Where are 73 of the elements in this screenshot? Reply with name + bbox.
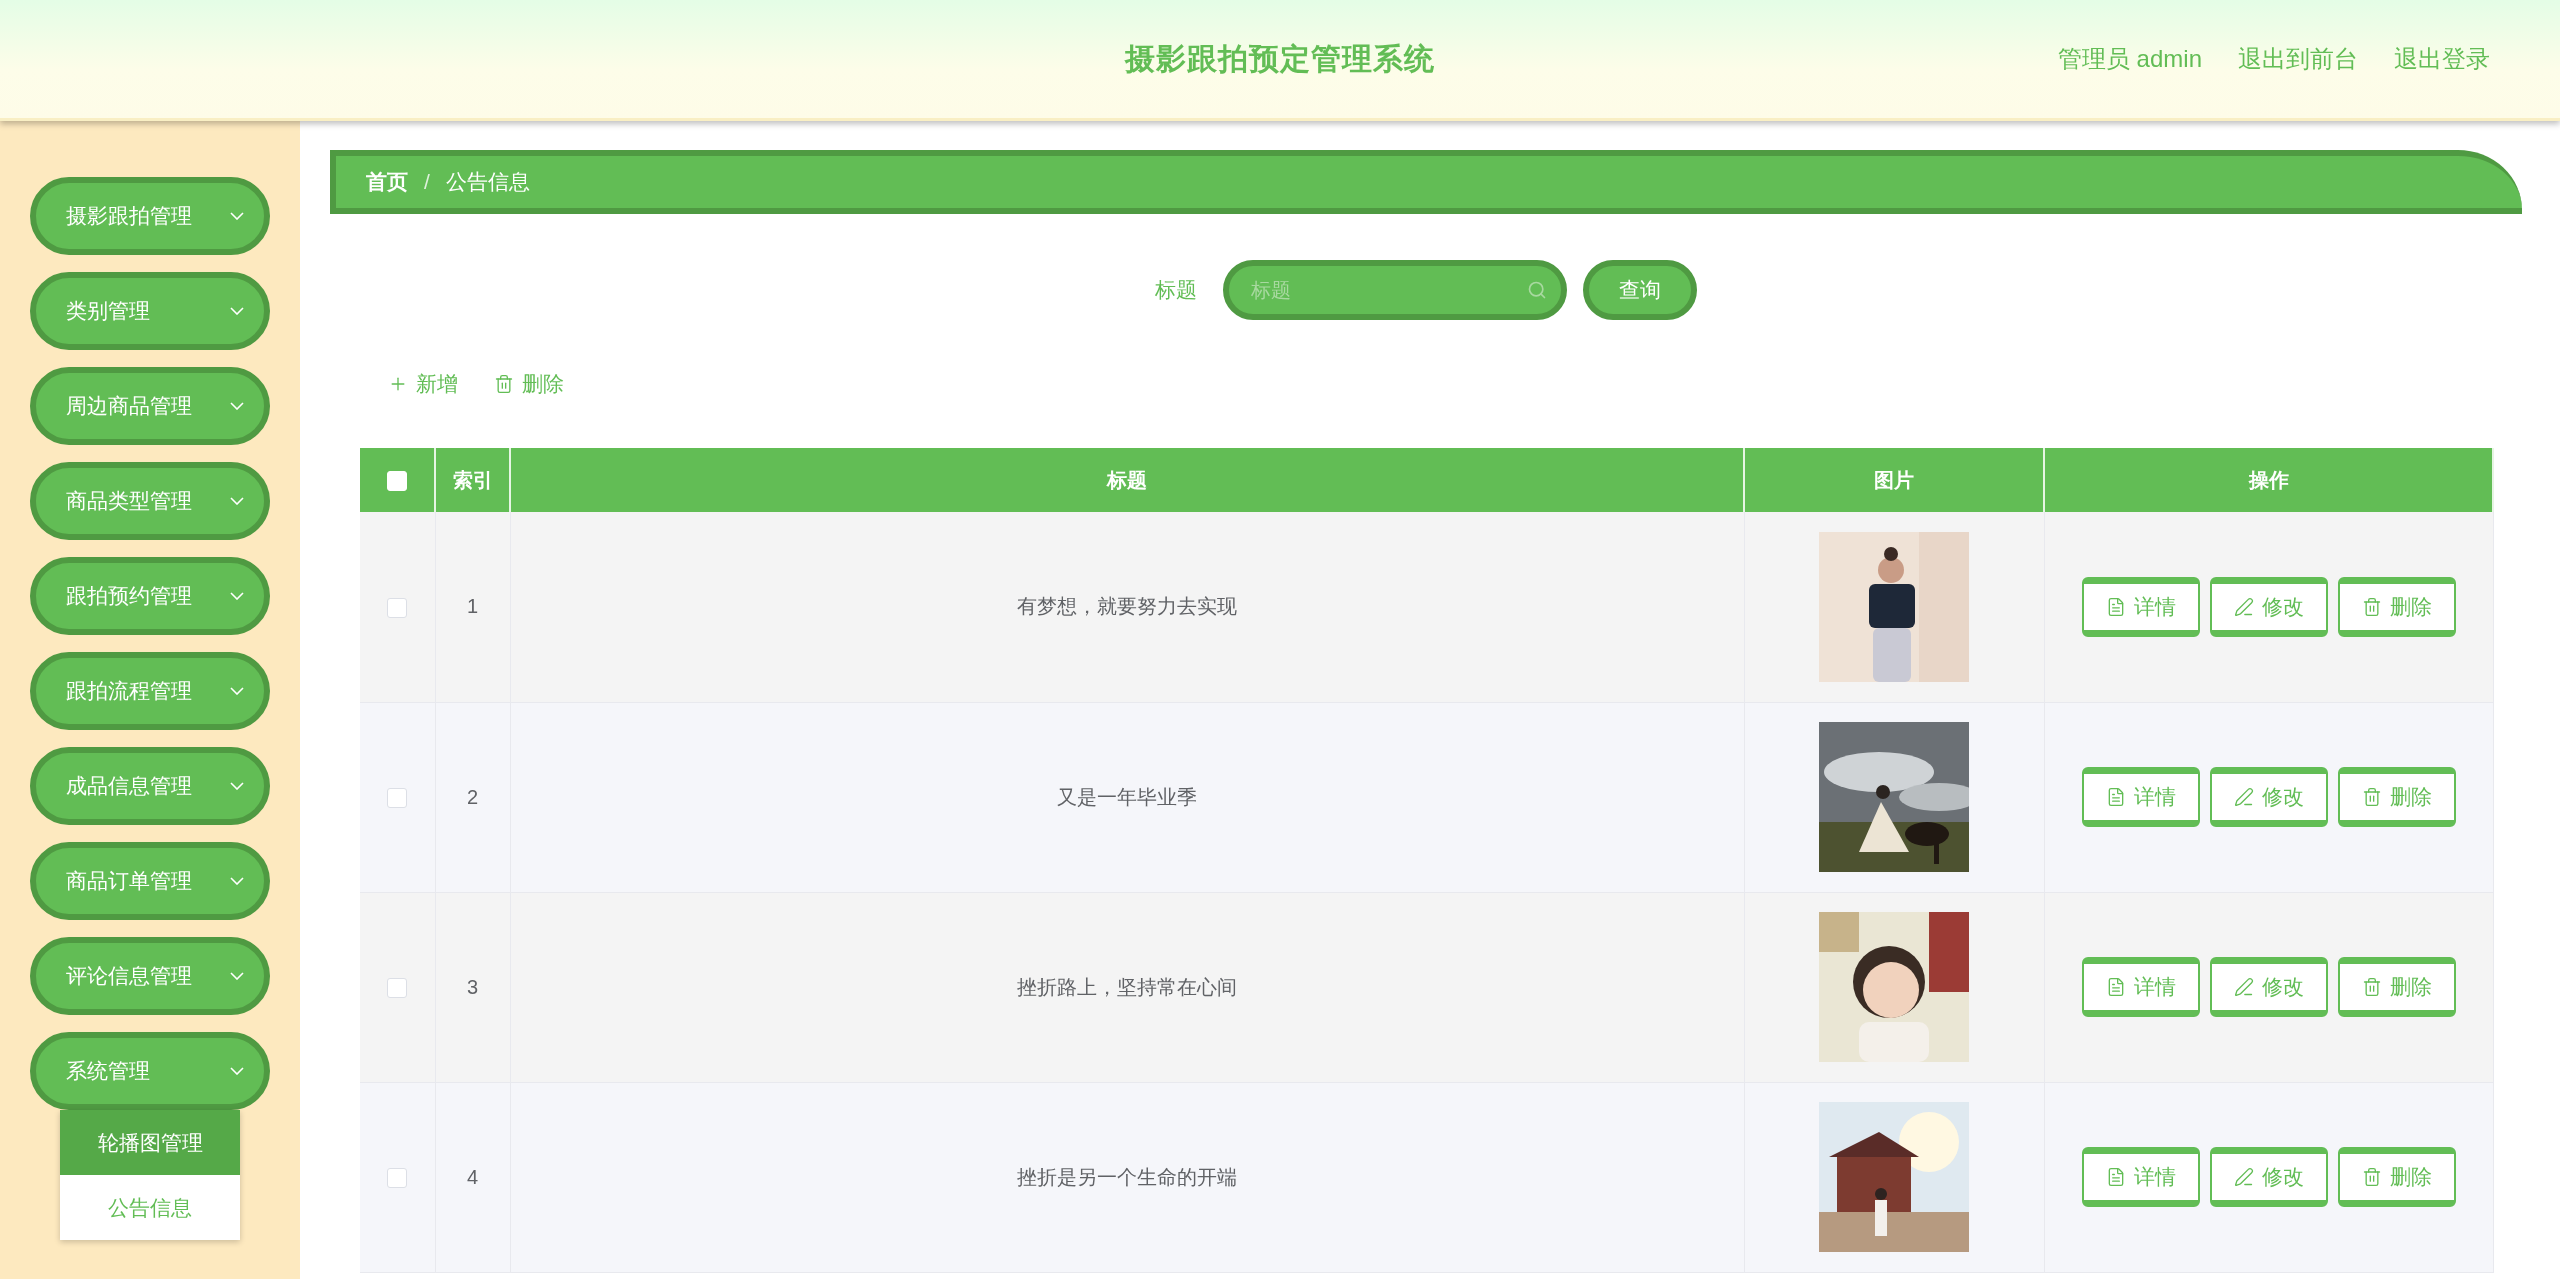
trash-icon <box>494 374 514 394</box>
edit-button[interactable]: 修改 <box>2209 957 2328 1017</box>
pencil-icon <box>2233 787 2254 807</box>
delete-button[interactable]: 删除 <box>2337 576 2456 637</box>
table-cell: 有梦想，就要努力去实现 <box>510 512 1744 702</box>
menu-item[interactable]: 跟拍流程管理 <box>30 652 270 730</box>
breadcrumb-item[interactable]: 首页 <box>366 168 408 196</box>
submenu-item[interactable]: 轮播图管理 <box>60 1110 240 1175</box>
chevron-icon <box>230 307 244 315</box>
column-header: 标题 <box>510 448 1744 512</box>
header-link[interactable]: 管理员 admin <box>2057 43 2202 75</box>
header-link[interactable]: 退出到前台 <box>2238 43 2358 75</box>
details-button[interactable]: 详情 <box>2081 576 2200 637</box>
details-button[interactable]: 详情 <box>2081 957 2200 1017</box>
details-button[interactable]: 详情 <box>2081 1147 2200 1207</box>
header-link[interactable]: 退出登录 <box>2394 43 2490 75</box>
column-header: 图片 <box>1744 448 2044 512</box>
trash-icon <box>2361 787 2382 807</box>
chevron-icon <box>230 877 244 885</box>
table-cell: 又是一年毕业季 <box>510 702 1744 892</box>
menu-item[interactable]: 类别管理 <box>30 272 270 350</box>
chevron-icon <box>230 782 244 790</box>
breadcrumb-item: 公告信息 <box>445 169 530 195</box>
menu-item[interactable]: 成品信息管理 <box>30 747 270 825</box>
add-button[interactable]: 新增 <box>388 370 458 398</box>
table-cell: 挫折路上，坚持常在心间 <box>510 892 1744 1082</box>
query-button[interactable]: 查询 <box>1583 260 1697 320</box>
row-checkbox[interactable] <box>387 978 408 999</box>
table-cell: 1 <box>435 512 510 702</box>
menu-item[interactable]: 摄影跟拍管理 <box>30 177 270 255</box>
submenu-item[interactable]: 公告信息 <box>60 1175 240 1240</box>
column-header: 操作 <box>2044 448 2493 512</box>
chevron-icon <box>230 972 244 980</box>
pencil-icon <box>2233 977 2254 997</box>
chevron-icon <box>230 402 244 410</box>
menu-item[interactable]: 商品类型管理 <box>30 462 270 540</box>
chevron-icon <box>230 687 244 695</box>
row-checkbox[interactable] <box>387 1168 408 1189</box>
chevron-icon <box>230 497 244 505</box>
app-title: 摄影跟拍预定管理系统 <box>1125 40 1435 77</box>
menu-item[interactable]: 周边商品管理 <box>30 367 270 445</box>
menu-item[interactable]: 跟拍预约管理 <box>30 557 270 635</box>
menu-item[interactable]: 商品订单管理 <box>30 842 270 920</box>
trash-icon <box>2361 596 2382 617</box>
table-cell: 3 <box>435 892 510 1082</box>
edit-button[interactable]: 修改 <box>2209 767 2328 827</box>
table-cell: 挫折是另一个生命的开端 <box>510 1082 1744 1272</box>
select-all-checkbox[interactable] <box>387 471 407 492</box>
column-header: 索引 <box>435 448 510 512</box>
breadcrumb-separator: / <box>424 170 430 194</box>
table-cell: 4 <box>435 1082 510 1272</box>
trash-icon <box>2361 977 2382 997</box>
search-label: 标题 <box>1155 277 1197 303</box>
search-icon <box>1527 280 1547 300</box>
delete-button[interactable]: 删除 <box>2337 1147 2456 1207</box>
pencil-icon <box>2233 596 2254 617</box>
row-checkbox[interactable] <box>387 788 408 809</box>
pencil-icon <box>2233 1167 2254 1187</box>
table-cell: 2 <box>435 702 510 892</box>
edit-button[interactable]: 修改 <box>2209 1147 2328 1207</box>
edit-button[interactable]: 修改 <box>2209 576 2328 637</box>
search-field[interactable]: 标题 <box>1223 260 1567 320</box>
trash-icon <box>2361 1167 2382 1187</box>
menu-item[interactable]: 系统管理 <box>30 1032 270 1110</box>
row-checkbox[interactable] <box>387 597 408 618</box>
details-button[interactable]: 详情 <box>2081 767 2200 827</box>
delete-button[interactable]: 删除 <box>2337 957 2456 1017</box>
menu-item[interactable]: 评论信息管理 <box>30 937 270 1015</box>
chevron-icon <box>230 1067 244 1075</box>
chevron-icon <box>230 212 244 220</box>
chevron-icon <box>230 592 244 600</box>
delete-button[interactable]: 删除 <box>2337 767 2456 827</box>
delete-button[interactable]: 删除 <box>494 370 564 398</box>
